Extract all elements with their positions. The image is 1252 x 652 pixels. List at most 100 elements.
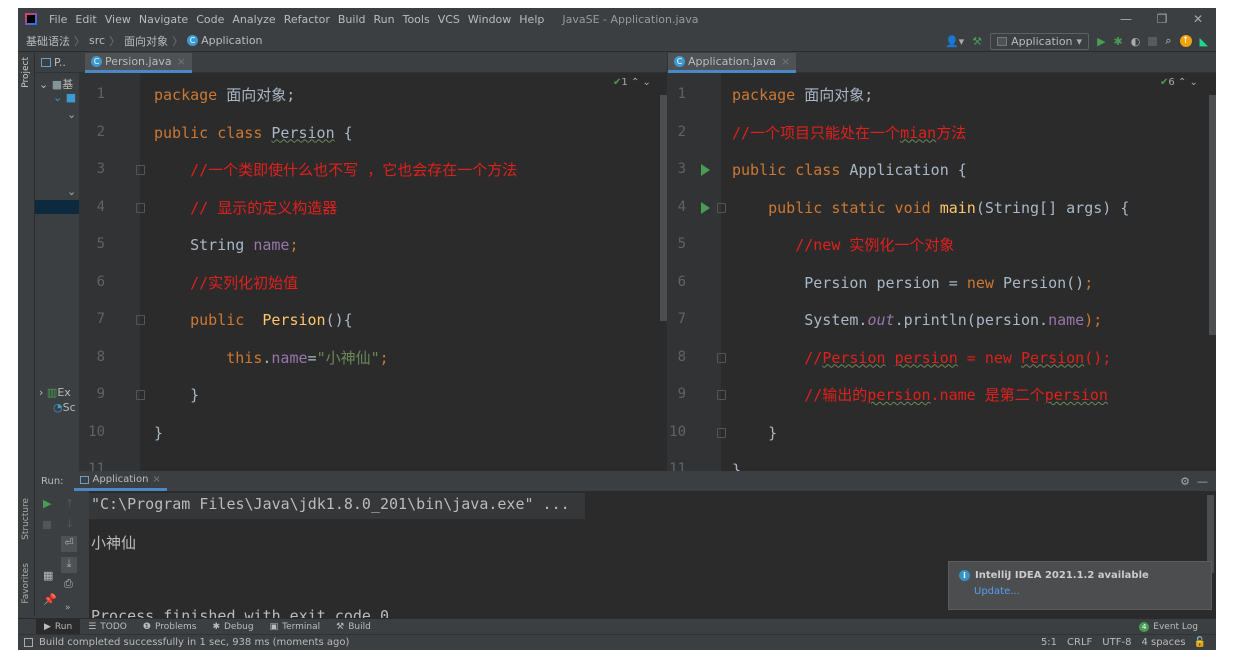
- code-line[interactable]: Persion persion = new Persion();: [732, 273, 1093, 293]
- code-line[interactable]: package 面向对象;: [732, 85, 873, 105]
- code-line[interactable]: }: [154, 385, 199, 405]
- search-icon[interactable]: ⌕: [1165, 34, 1171, 48]
- menu-file[interactable]: File: [45, 13, 71, 26]
- soft-wrap-icon[interactable]: ⏎: [61, 536, 77, 552]
- update-icon[interactable]: ↑: [1179, 35, 1192, 47]
- code-line[interactable]: //输出的persion.name 是第二个persion: [732, 385, 1108, 405]
- minimize-button[interactable]: —: [1108, 8, 1144, 30]
- tree-expander[interactable]: ⌄: [67, 185, 76, 198]
- stop-icon[interactable]: [43, 521, 51, 529]
- toolwindow-terminal[interactable]: ▣ Terminal: [262, 619, 329, 635]
- close-tab-icon[interactable]: ×: [781, 55, 790, 68]
- crumb-module[interactable]: 基础语法: [26, 33, 70, 49]
- menu-analyze[interactable]: Analyze: [228, 13, 279, 26]
- code-line[interactable]: //new 实例化一个对象: [732, 235, 954, 255]
- code-line[interactable]: //一个项目只能处在一个mian方法: [732, 123, 966, 143]
- run-icon[interactable]: ▶: [1097, 35, 1105, 48]
- tab-application-java[interactable]: C Application.java ×: [668, 53, 797, 73]
- inspection-widget[interactable]: ✔6 ⌃ ⌄: [1160, 77, 1198, 88]
- print-icon[interactable]: ⎙: [64, 577, 73, 591]
- menu-window[interactable]: Window: [464, 13, 515, 26]
- menu-help[interactable]: Help: [515, 13, 548, 26]
- tree-item-selected[interactable]: [35, 200, 79, 214]
- tree-item-module[interactable]: ⌄ ■基: [39, 76, 73, 92]
- inspection-widget[interactable]: ✔1 ⌃ ⌄: [613, 77, 651, 88]
- toolwindow-problems[interactable]: ❶ Problems: [135, 619, 205, 635]
- menu-build[interactable]: Build: [334, 13, 370, 26]
- run-config-select[interactable]: Application ▾: [990, 32, 1090, 50]
- pin-icon[interactable]: 📌: [43, 593, 57, 606]
- tab-run-application[interactable]: Application ×: [73, 471, 167, 491]
- scroll-down-icon[interactable]: ↓: [65, 517, 74, 530]
- code-line[interactable]: this.name="小神仙";: [154, 348, 388, 368]
- fold-marker-icon[interactable]: [136, 202, 145, 213]
- stop-icon[interactable]: [1148, 36, 1158, 46]
- code-line[interactable]: package 面向对象;: [154, 85, 295, 105]
- code-line[interactable]: public class Persion {: [154, 123, 353, 143]
- caret-position[interactable]: 5:1: [1041, 637, 1057, 648]
- fold-marker-icon[interactable]: [717, 390, 726, 400]
- menu-vcs[interactable]: VCS: [434, 13, 464, 26]
- menu-run[interactable]: Run: [370, 13, 399, 26]
- crumb-src[interactable]: src: [89, 34, 105, 47]
- tab-persion-java[interactable]: C Persion.java ×: [85, 53, 192, 73]
- build-hammer-icon[interactable]: ⚒: [972, 35, 982, 48]
- indent-setting[interactable]: 4 spaces: [1141, 637, 1185, 648]
- hide-panel-icon[interactable]: —: [1197, 475, 1208, 488]
- editor-scrollbar[interactable]: [1209, 95, 1216, 335]
- code-line[interactable]: public class Application {: [732, 160, 967, 180]
- menu-view[interactable]: View: [101, 13, 135, 26]
- fold-marker-icon[interactable]: [717, 202, 726, 213]
- status-toggle-icon[interactable]: [24, 638, 33, 647]
- lock-icon[interactable]: 🔓: [1194, 637, 1206, 648]
- tree-item-external-libraries[interactable]: › ▥Ex: [39, 386, 71, 399]
- code-line[interactable]: public Persion(){: [154, 310, 353, 330]
- close-tab-icon[interactable]: ×: [177, 55, 186, 68]
- code-line[interactable]: public static void main(String[] args) {: [732, 198, 1129, 218]
- menu-code[interactable]: Code: [192, 13, 228, 26]
- toolwindow-build[interactable]: ⚒ Build: [328, 619, 379, 635]
- file-encoding[interactable]: UTF-8: [1102, 637, 1131, 648]
- code-line[interactable]: //Persion persion = new Persion();: [732, 348, 1111, 368]
- close-button[interactable]: ✕: [1180, 8, 1216, 30]
- toolwindow-todo[interactable]: ☰ TODO: [80, 619, 135, 635]
- fold-marker-icon[interactable]: [136, 165, 145, 175]
- favorites-tool-tab[interactable]: Favorites: [21, 563, 31, 604]
- code-line[interactable]: //实列化初始值: [154, 273, 298, 293]
- fold-marker-icon[interactable]: [717, 352, 726, 363]
- code-line[interactable]: }: [154, 423, 163, 443]
- code-line[interactable]: // 显示的定义构造器: [154, 198, 337, 218]
- plugin-icon[interactable]: ◣: [1200, 35, 1208, 48]
- code-line[interactable]: }: [732, 423, 777, 443]
- rerun-icon[interactable]: ▶: [43, 497, 51, 510]
- menu-navigate[interactable]: Navigate: [135, 13, 192, 26]
- project-tool-tab[interactable]: Project: [21, 57, 31, 88]
- maximize-button[interactable]: ❐: [1144, 8, 1180, 30]
- editor-persion[interactable]: C Persion.java × ✔1 ⌃ ⌄ 1 package 面向对象; 2 pub…: [79, 53, 667, 477]
- editor-application[interactable]: C Application.java × ✔6 ⌃ ⌄ 1 package 面向对象;…: [667, 53, 1216, 479]
- scroll-up-icon[interactable]: ↑: [65, 497, 74, 510]
- update-link[interactable]: Update...: [974, 586, 1201, 597]
- structure-tool-tab[interactable]: Structure: [21, 498, 31, 540]
- crumb-class[interactable]: Application: [201, 34, 262, 47]
- run-gutter-icon[interactable]: [701, 164, 710, 176]
- fold-marker-icon[interactable]: [136, 390, 145, 400]
- tree-item-src[interactable]: ⌄ ■: [53, 91, 76, 104]
- user-icon[interactable]: 👤▾: [945, 35, 964, 48]
- code-line[interactable]: //一个类即使什么也不写 ，它也会存在一个方法: [154, 160, 517, 180]
- toolwindow-debug[interactable]: ✱ Debug: [204, 619, 261, 635]
- more-icon[interactable]: »: [65, 603, 71, 613]
- scroll-to-end-icon[interactable]: ⤓: [61, 557, 77, 573]
- menu-refactor[interactable]: Refactor: [280, 13, 334, 26]
- run-gutter-icon[interactable]: [701, 201, 710, 214]
- code-line[interactable]: String name;: [154, 235, 298, 255]
- settings-gear-icon[interactable]: ⚙: [1180, 475, 1190, 488]
- editor-scrollbar[interactable]: [660, 95, 667, 321]
- menu-edit[interactable]: Edit: [71, 13, 100, 26]
- code-line[interactable]: System.out.println(persion.name);: [732, 310, 1102, 330]
- project-panel-header[interactable]: P..: [54, 56, 66, 69]
- fold-marker-icon[interactable]: [136, 315, 145, 325]
- layout-icon[interactable]: ▦: [43, 569, 53, 582]
- tree-item-scratches[interactable]: ◔Sc: [53, 401, 76, 414]
- menu-tools[interactable]: Tools: [399, 13, 434, 26]
